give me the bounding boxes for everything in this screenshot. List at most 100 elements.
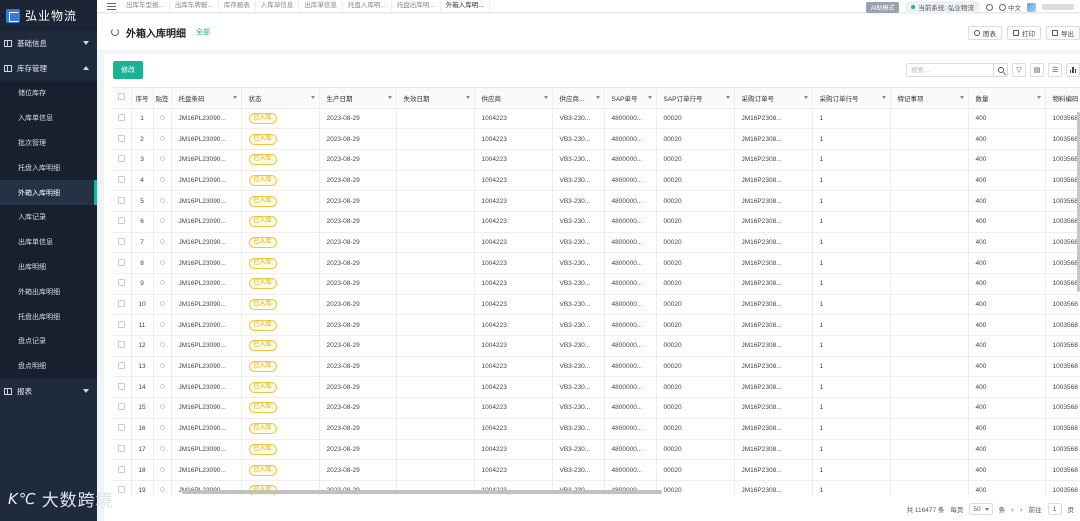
sidebar-item-batch[interactable]: 批次管理 — [0, 131, 97, 156]
next-page-icon[interactable]: › — [1020, 505, 1023, 514]
col-header-supplier[interactable]: 供应商 — [474, 88, 553, 109]
col-header-status[interactable]: 状态 — [241, 88, 320, 109]
label-tag-icon[interactable] — [159, 176, 165, 182]
table-row[interactable]: 12 JM16PL23090... 已入库 2023-08-29 1004223 VB3-… — [113, 335, 1080, 357]
row-checkbox[interactable] — [113, 376, 132, 399]
label-tag-icon[interactable] — [159, 363, 165, 369]
row-checkbox[interactable] — [113, 190, 132, 212]
col-header-supplier-batch[interactable]: 供应商... — [552, 88, 605, 109]
row-checkbox[interactable] — [113, 232, 132, 254]
filter-tag-all[interactable]: 全部 — [196, 27, 210, 37]
sidebar-item-pallet-inbound[interactable]: 托盘入库明细 — [0, 155, 97, 180]
refresh-icon[interactable] — [111, 28, 119, 36]
ai-mode-toggle[interactable]: AI助模式 — [865, 1, 900, 13]
filter-icon[interactable]: ▽ — [1012, 63, 1026, 77]
tab-outbound-vehicle-report[interactable]: 出库车型报... — [121, 1, 170, 11]
row-checkbox[interactable] — [113, 170, 132, 192]
row-checkbox[interactable] — [113, 439, 132, 461]
tab-inbound-order[interactable]: 入库单信息 — [256, 1, 300, 11]
page-number-input[interactable]: 1 — [1047, 503, 1062, 515]
current-system-badge[interactable]: 当前系统: 弘业物流 — [905, 1, 980, 13]
col-header-expiry-date[interactable]: 失效日期 — [396, 88, 475, 109]
bar-chart-icon[interactable] — [1066, 63, 1080, 77]
col-header-pallet-barcode[interactable]: 托盘条码 — [171, 88, 242, 109]
row-checkbox[interactable] — [113, 335, 132, 357]
tab-inventory-report[interactable]: 库存报表 — [219, 1, 256, 11]
menu-group-inventory[interactable]: 库存管理 — [0, 56, 97, 81]
row-checkbox[interactable] — [113, 356, 132, 378]
row-checkbox[interactable] — [113, 252, 132, 274]
avatar[interactable] — [1027, 2, 1036, 12]
label-tag-icon[interactable] — [159, 342, 165, 348]
tab-pallet-outbound[interactable]: 托盘出库明... — [392, 1, 441, 11]
sidebar-item-outbound-detail[interactable]: 出库明细 — [0, 255, 97, 280]
sidebar-item-carton-outbound[interactable]: 外箱出库明细 — [0, 279, 97, 304]
label-tag-icon[interactable] — [159, 383, 165, 389]
menu-toggle-icon[interactable] — [107, 2, 116, 10]
row-checkbox[interactable] — [113, 397, 132, 419]
sidebar-item-outbound-order[interactable]: 出库单信息 — [0, 230, 97, 255]
table-row[interactable]: 3 JM16PL23090... 已入库 2023-08-29 1004223 VB3-2… — [113, 149, 1080, 171]
select-all-checkbox[interactable] — [113, 88, 132, 109]
col-header-production-date[interactable]: 生产日期 — [319, 88, 397, 109]
table-row[interactable]: 10 JM16PL23090... 已入库 2023-08-29 1004223 VB3-… — [113, 294, 1080, 316]
label-tag-icon[interactable] — [159, 135, 165, 141]
label-tag-icon[interactable] — [159, 321, 165, 327]
row-checkbox[interactable] — [113, 273, 132, 295]
row-checkbox[interactable] — [113, 211, 132, 233]
table-row[interactable]: 7 JM16PL23090... 已入库 2023-08-29 1004223 VB3-2… — [113, 232, 1080, 254]
search-button[interactable] — [993, 64, 1007, 76]
page-size-select[interactable]: 50 — [969, 503, 993, 515]
label-tag-icon[interactable] — [159, 218, 165, 224]
col-header-po-line[interactable]: 采购订单行号 — [812, 88, 891, 109]
table-row[interactable]: 15 JM16PL23090... 已入库 2023-08-29 1004223 VB3-… — [113, 397, 1080, 419]
sidebar-item-carton-inbound[interactable]: 外箱入库明细 — [0, 180, 97, 205]
sidebar-item-inbound-order[interactable]: 入库单信息 — [0, 106, 97, 131]
label-tag-icon[interactable] — [159, 445, 165, 451]
table-row[interactable]: 17 JM16PL23090... 已入库 2023-08-29 1004223 VB3-… — [113, 439, 1080, 461]
brand[interactable]: 弘业物流 — [0, 0, 97, 31]
label-tag-icon[interactable] — [159, 238, 165, 244]
col-header-material-code[interactable]: 物料编码 — [1045, 88, 1080, 109]
row-checkbox[interactable] — [113, 480, 132, 495]
row-checkbox[interactable] — [113, 418, 132, 440]
row-checkbox[interactable] — [113, 108, 132, 130]
column-settings-icon[interactable]: ☰ — [1048, 63, 1062, 77]
table-row[interactable]: 18 JM16PL23090... 已入库 2023-08-29 1004223 VB3-… — [113, 459, 1080, 481]
table-row[interactable]: 2 JM16PL23090... 已入库 2023-08-29 1004223 VB3-2… — [113, 128, 1080, 150]
sidebar-item-stocktake-detail[interactable]: 盘点明细 — [0, 354, 97, 379]
tab-outbound-plate-report[interactable]: 出库车牌报... — [170, 1, 219, 11]
col-header-quantity[interactable]: 数量 — [968, 88, 1046, 109]
tab-outbound-order[interactable]: 出库单信息 — [299, 1, 343, 11]
table-row[interactable]: 6 JM16PL23090... 已入库 2023-08-29 1004223 VB3-2… — [113, 211, 1080, 233]
col-header-sap-order[interactable]: SAP单号 — [604, 88, 657, 109]
menu-group-basic-info[interactable]: 基础信息 — [0, 31, 97, 56]
label-tag-icon[interactable] — [159, 259, 165, 265]
search-input[interactable] — [907, 64, 993, 76]
table-row[interactable]: 5 JM16PL23090... 已入库 2023-08-29 1004223 VB3-2… — [113, 190, 1080, 212]
label-tag-icon[interactable] — [159, 301, 165, 307]
label-tag-icon[interactable] — [159, 425, 165, 431]
export-button[interactable]: 导出 — [1046, 26, 1080, 40]
row-checkbox[interactable] — [113, 459, 132, 481]
label-tag-icon[interactable] — [159, 114, 165, 120]
row-checkbox[interactable] — [113, 314, 132, 337]
label-tag-icon[interactable] — [159, 404, 165, 410]
language-switcher[interactable]: 中文 — [999, 2, 1021, 12]
col-header-po-number[interactable]: 采购订单号 — [734, 88, 813, 109]
prev-page-icon[interactable]: ‹ — [1011, 505, 1014, 514]
tab-carton-inbound[interactable]: 外箱入库明... — [441, 1, 490, 11]
chart-button[interactable]: 图表 — [968, 26, 1002, 40]
bell-icon[interactable] — [986, 3, 993, 11]
row-checkbox[interactable] — [113, 149, 132, 171]
table-row[interactable]: 1 JM16PL23090... 已入库 2023-08-29 1004223 VB3-2… — [113, 108, 1080, 130]
row-checkbox[interactable] — [113, 128, 132, 150]
col-header-remarks[interactable]: 特记事项 — [890, 88, 969, 109]
label-tag-icon[interactable] — [159, 280, 165, 286]
label-tag-icon[interactable] — [159, 466, 165, 472]
label-tag-icon[interactable] — [159, 156, 165, 162]
sidebar-item-inbound-record[interactable]: 入库记录 — [0, 205, 97, 230]
row-checkbox[interactable] — [113, 294, 132, 316]
table-row[interactable]: 13 JM16PL23090... 已入库 2023-08-29 1004223 VB3-… — [113, 356, 1080, 378]
table-view-icon[interactable]: ▤ — [1030, 63, 1044, 77]
